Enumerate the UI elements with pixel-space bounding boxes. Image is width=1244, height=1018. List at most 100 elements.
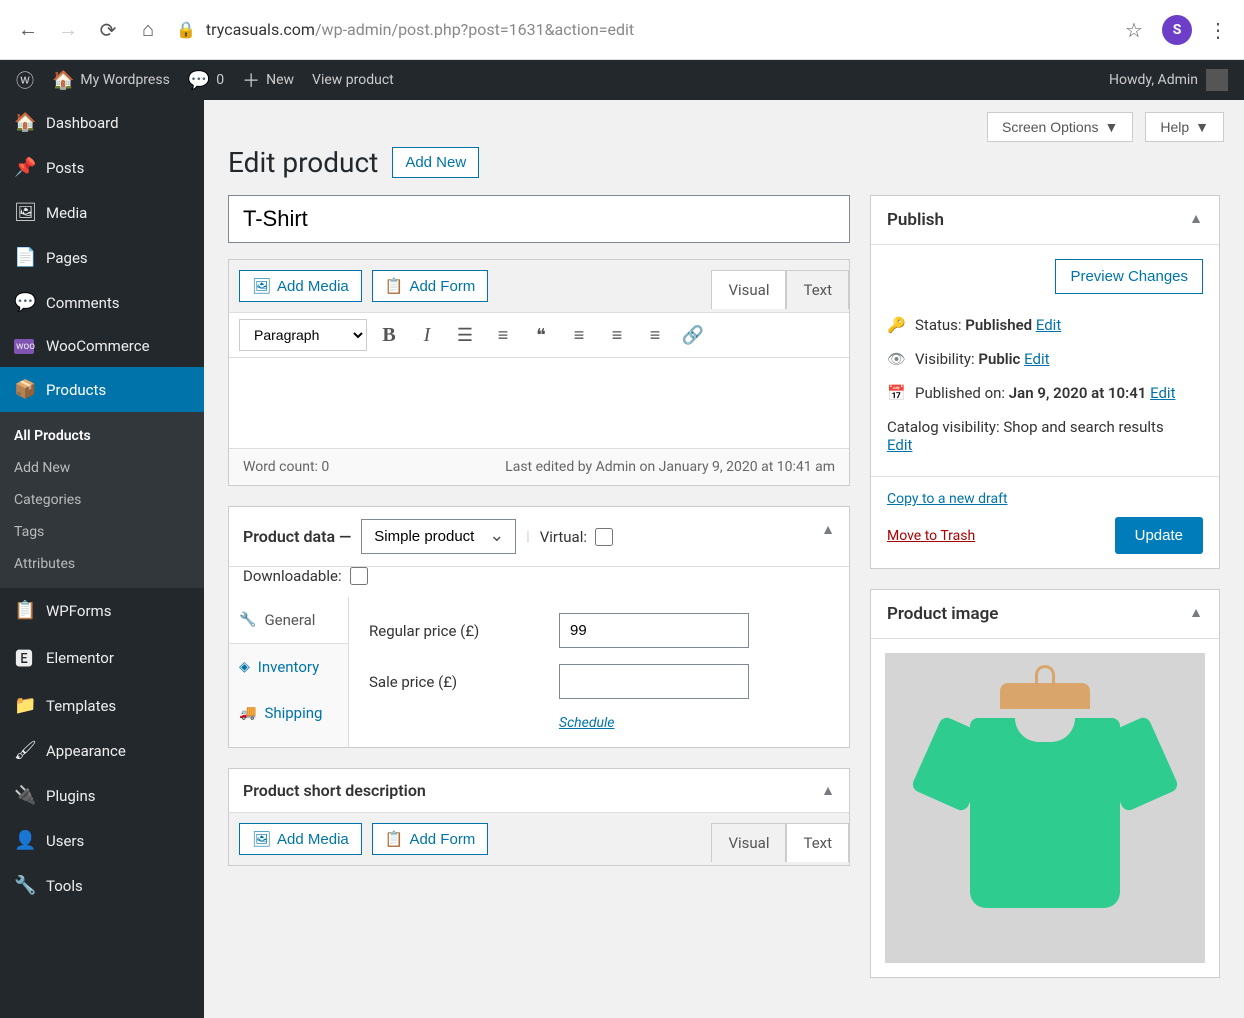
products-submenu: All Products Add New Categories Tags Att… (0, 412, 204, 588)
view-product-link[interactable]: View product (312, 72, 394, 88)
woo-icon: woo (14, 339, 34, 354)
url-bar[interactable]: 🔒 trycasuals.com/wp-admin/post.php?post=… (176, 20, 1106, 39)
sidebar-item-tools[interactable]: 🔧Tools (0, 863, 204, 908)
reload-button[interactable]: ⟳ (96, 18, 120, 42)
new-content-link[interactable]: ＋New (242, 67, 294, 93)
edit-status-link[interactable]: Edit (1036, 316, 1061, 334)
short-add-media-button[interactable]: 🖼Add Media (239, 823, 362, 855)
media-icon: 🖼 (252, 830, 271, 848)
user-avatar[interactable] (1206, 69, 1228, 91)
short-add-form-button[interactable]: 📋Add Form (372, 823, 489, 855)
edit-catalog-link[interactable]: Edit (887, 436, 912, 454)
sidebar-item-products[interactable]: 📦Products (0, 367, 204, 412)
regular-price-input[interactable] (559, 613, 749, 648)
sidebar-item-templates[interactable]: 📁Templates (0, 683, 204, 728)
format-select[interactable]: Paragraph (239, 319, 367, 351)
chevron-down-icon: ▼ (1195, 119, 1209, 135)
sidebar-item-posts[interactable]: 📌Posts (0, 145, 204, 190)
virtual-label: Virtual: (540, 528, 587, 546)
submenu-tags[interactable]: Tags (0, 516, 204, 548)
key-icon: 🔑 (887, 316, 905, 334)
home-button[interactable]: ⌂ (136, 18, 160, 42)
add-media-button[interactable]: 🖼Add Media (239, 270, 362, 302)
products-icon: 📦 (14, 379, 34, 400)
pd-tab-shipping[interactable]: 🚚Shipping (229, 690, 348, 736)
toggle-icon[interactable]: ▲ (1189, 210, 1203, 230)
sidebar-item-appearance[interactable]: 🖌Appearance (0, 728, 204, 773)
align-center-button[interactable]: ≡ (601, 319, 633, 351)
align-left-button[interactable]: ≡ (563, 319, 595, 351)
howdy-text[interactable]: Howdy, Admin (1109, 72, 1198, 88)
sidebar-item-plugins[interactable]: 🔌Plugins (0, 773, 204, 818)
sidebar-item-users[interactable]: 👤Users (0, 818, 204, 863)
sale-price-input[interactable] (559, 664, 749, 699)
schedule-link[interactable]: Schedule (559, 715, 615, 731)
submenu-categories[interactable]: Categories (0, 484, 204, 516)
bullet-list-button[interactable]: ☰ (449, 319, 481, 351)
align-right-button[interactable]: ≡ (639, 319, 671, 351)
short-tab-text[interactable]: Text (786, 823, 849, 862)
edit-visibility-link[interactable]: Edit (1024, 350, 1049, 368)
product-type-select[interactable]: Simple product (361, 519, 516, 554)
bold-button[interactable]: B (373, 319, 405, 351)
last-edited: Last edited by Admin on January 9, 2020 … (505, 459, 835, 475)
pd-tab-inventory[interactable]: ◈Inventory (229, 644, 348, 690)
sale-price-label: Sale price (£) (369, 673, 539, 691)
editor-content[interactable] (229, 358, 849, 448)
screen-options-button[interactable]: Screen Options ▼ (987, 112, 1133, 142)
link-button[interactable]: 🔗 (677, 319, 709, 351)
pd-tab-general[interactable]: 🔧General (229, 597, 348, 644)
chevron-down-icon: ▼ (1104, 119, 1118, 135)
downloadable-checkbox[interactable] (350, 567, 368, 585)
quote-button[interactable]: ❝ (525, 319, 557, 351)
back-button[interactable]: ← (16, 18, 40, 42)
sidebar-item-woocommerce[interactable]: wooWooCommerce (0, 325, 204, 367)
tab-text[interactable]: Text (786, 270, 849, 309)
add-form-button[interactable]: 📋Add Form (372, 270, 489, 302)
add-new-button[interactable]: Add New (392, 147, 479, 178)
browser-menu-icon[interactable]: ⋮ (1208, 18, 1228, 42)
edit-date-link[interactable]: Edit (1150, 384, 1175, 402)
submenu-add-new[interactable]: Add New (0, 452, 204, 484)
product-image-thumbnail[interactable] (885, 653, 1205, 963)
media-icon: 🖼 (14, 202, 34, 223)
templates-icon: 📁 (14, 695, 34, 716)
profile-avatar[interactable]: S (1162, 15, 1192, 45)
sidebar-item-pages[interactable]: 📄Pages (0, 235, 204, 280)
product-data-label: Product data — (243, 527, 351, 546)
sidebar-item-dashboard[interactable]: 🏠Dashboard (0, 100, 204, 145)
toggle-icon[interactable]: ▲ (1189, 604, 1203, 624)
star-icon[interactable]: ☆ (1122, 18, 1146, 42)
product-title-input[interactable] (228, 195, 850, 243)
comments-icon: 💬 (14, 292, 34, 313)
toggle-icon[interactable]: ▲ (821, 782, 835, 799)
submenu-attributes[interactable]: Attributes (0, 548, 204, 580)
sidebar-item-elementor[interactable]: 🅴Elementor (0, 633, 204, 683)
comments-link[interactable]: 💬0 (188, 70, 224, 91)
site-name-link[interactable]: 🏠My Wordpress (52, 70, 170, 91)
sidebar-item-media[interactable]: 🖼Media (0, 190, 204, 235)
sidebar-item-wpforms[interactable]: 📋WPForms (0, 588, 204, 633)
wp-logo[interactable]: ⓦ (16, 67, 34, 93)
tab-visual[interactable]: Visual (711, 270, 786, 309)
preview-changes-button[interactable]: Preview Changes (1055, 259, 1203, 294)
short-tab-visual[interactable]: Visual (711, 823, 786, 862)
forward-button[interactable]: → (56, 18, 80, 42)
numbered-list-button[interactable]: ≡ (487, 319, 519, 351)
publish-title: Publish (887, 210, 944, 230)
help-button[interactable]: Help ▼ (1145, 112, 1224, 142)
appearance-icon: 🖌 (14, 740, 34, 761)
toggle-icon[interactable]: ▲ (821, 521, 835, 538)
short-description-title: Product short description (243, 781, 426, 800)
italic-button[interactable]: I (411, 319, 443, 351)
move-to-trash-link[interactable]: Move to Trash (887, 528, 975, 544)
eye-icon: 👁 (887, 350, 905, 368)
update-button[interactable]: Update (1115, 517, 1203, 554)
virtual-checkbox[interactable] (595, 528, 613, 546)
url-domain: trycasuals.com (206, 20, 315, 39)
sidebar-item-comments[interactable]: 💬Comments (0, 280, 204, 325)
page-title: Edit product (228, 146, 378, 179)
submenu-all-products[interactable]: All Products (0, 420, 204, 452)
copy-draft-link[interactable]: Copy to a new draft (887, 491, 1203, 507)
hanger-graphic (1000, 683, 1090, 709)
